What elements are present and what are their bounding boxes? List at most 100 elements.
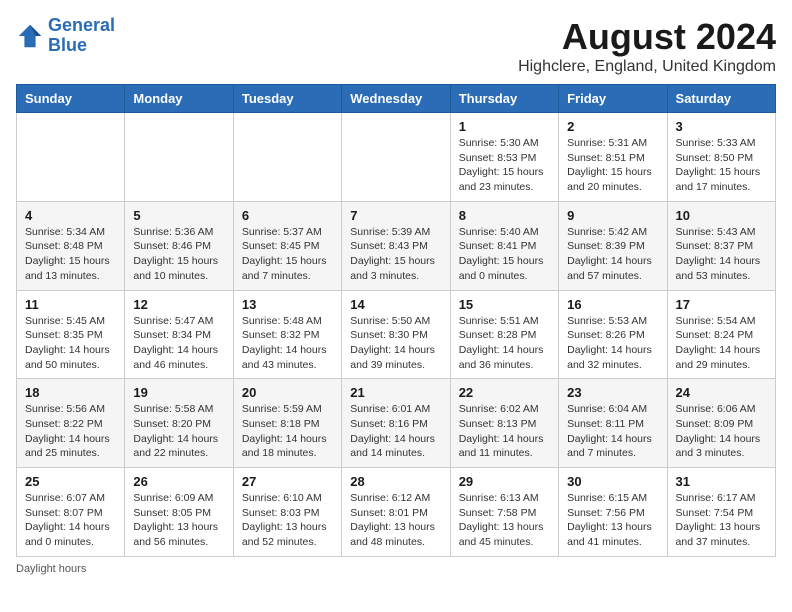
calendar-cell: 19Sunrise: 5:58 AM Sunset: 8:20 PM Dayli… bbox=[125, 379, 233, 468]
day-number: 6 bbox=[242, 208, 333, 223]
title-area: August 2024 Highclere, England, United K… bbox=[518, 16, 776, 76]
page-header: General Blue August 2024 Highclere, Engl… bbox=[16, 16, 776, 76]
cell-info: Sunrise: 5:42 AM Sunset: 8:39 PM Dayligh… bbox=[567, 225, 658, 284]
calendar-cell: 25 Sunrise: 6:07 AM Sunset: 8:07 PM Dayli… bbox=[17, 468, 125, 557]
day-number: 9 bbox=[567, 208, 658, 223]
calendar-cell: 29 Sunrise: 6:13 AM Sunset: 7:58 PM Dayli… bbox=[450, 468, 558, 557]
calendar-header-row: SundayMondayTuesdayWednesdayThursdayFrid… bbox=[17, 85, 776, 113]
col-header-tuesday: Tuesday bbox=[233, 85, 341, 113]
main-title: August 2024 bbox=[518, 16, 776, 58]
cell-info: Sunrise: 6:10 AM Sunset: 8:03 PM Dayligh… bbox=[242, 491, 333, 550]
logo-text: General Blue bbox=[48, 16, 115, 56]
calendar-cell bbox=[342, 113, 450, 202]
footer-note: Daylight hours bbox=[16, 563, 776, 575]
cell-info: Sunrise: 6:07 AM Sunset: 8:07 PM Dayligh… bbox=[25, 491, 116, 550]
col-header-saturday: Saturday bbox=[667, 85, 775, 113]
calendar-cell: 26Sunrise: 6:09 AM Sunset: 8:05 PM Dayli… bbox=[125, 468, 233, 557]
calendar-cell: 14Sunrise: 5:50 AM Sunset: 8:30 PM Dayli… bbox=[342, 290, 450, 379]
cell-info: Sunrise: 5:54 AM Sunset: 8:24 PM Dayligh… bbox=[676, 314, 767, 373]
col-header-friday: Friday bbox=[559, 85, 667, 113]
day-number: 30 bbox=[567, 474, 658, 489]
week-row-2: 4 Sunrise: 5:34 AM Sunset: 8:48 PM Daylig… bbox=[17, 201, 776, 290]
calendar-cell: 31Sunrise: 6:17 AM Sunset: 7:54 PM Dayli… bbox=[667, 468, 775, 557]
calendar-cell bbox=[233, 113, 341, 202]
day-number: 3 bbox=[676, 119, 767, 134]
cell-info: Sunrise: 5:36 AM Sunset: 8:46 PM Dayligh… bbox=[133, 225, 224, 284]
footer-note-text: Daylight hours bbox=[16, 563, 86, 575]
cell-info: Sunrise: 5:48 AM Sunset: 8:32 PM Dayligh… bbox=[242, 314, 333, 373]
calendar-cell: 11Sunrise: 5:45 AM Sunset: 8:35 PM Dayli… bbox=[17, 290, 125, 379]
week-row-1: 1Sunrise: 5:30 AM Sunset: 8:53 PM Daylig… bbox=[17, 113, 776, 202]
cell-info: Sunrise: 5:43 AM Sunset: 8:37 PM Dayligh… bbox=[676, 225, 767, 284]
calendar-cell: 8 Sunrise: 5:40 AM Sunset: 8:41 PM Daylig… bbox=[450, 201, 558, 290]
cell-info: Sunrise: 5:47 AM Sunset: 8:34 PM Dayligh… bbox=[133, 314, 224, 373]
day-number: 2 bbox=[567, 119, 658, 134]
calendar-cell: 9 Sunrise: 5:42 AM Sunset: 8:39 PM Daylig… bbox=[559, 201, 667, 290]
day-number: 16 bbox=[567, 297, 658, 312]
day-number: 1 bbox=[459, 119, 550, 134]
cell-info: Sunrise: 5:53 AM Sunset: 8:26 PM Dayligh… bbox=[567, 314, 658, 373]
cell-info: Sunrise: 5:56 AM Sunset: 8:22 PM Dayligh… bbox=[25, 402, 116, 461]
day-number: 12 bbox=[133, 297, 224, 312]
col-header-monday: Monday bbox=[125, 85, 233, 113]
calendar-cell: 4 Sunrise: 5:34 AM Sunset: 8:48 PM Daylig… bbox=[17, 201, 125, 290]
day-number: 20 bbox=[242, 385, 333, 400]
cell-info: Sunrise: 5:51 AM Sunset: 8:28 PM Dayligh… bbox=[459, 314, 550, 373]
col-header-thursday: Thursday bbox=[450, 85, 558, 113]
day-number: 31 bbox=[676, 474, 767, 489]
cell-info: Sunrise: 6:06 AM Sunset: 8:09 PM Dayligh… bbox=[676, 402, 767, 461]
calendar-cell: 1Sunrise: 5:30 AM Sunset: 8:53 PM Daylig… bbox=[450, 113, 558, 202]
day-number: 8 bbox=[459, 208, 550, 223]
week-row-3: 11Sunrise: 5:45 AM Sunset: 8:35 PM Dayli… bbox=[17, 290, 776, 379]
calendar-cell: 22 Sunrise: 6:02 AM Sunset: 8:13 PM Dayli… bbox=[450, 379, 558, 468]
cell-info: Sunrise: 5:39 AM Sunset: 8:43 PM Dayligh… bbox=[350, 225, 441, 284]
logo-line1: General bbox=[48, 15, 115, 35]
calendar-cell: 16 Sunrise: 5:53 AM Sunset: 8:26 PM Dayli… bbox=[559, 290, 667, 379]
calendar-cell: 24 Sunrise: 6:06 AM Sunset: 8:09 PM Dayli… bbox=[667, 379, 775, 468]
cell-info: Sunrise: 6:12 AM Sunset: 8:01 PM Dayligh… bbox=[350, 491, 441, 550]
calendar-cell: 20Sunrise: 5:59 AM Sunset: 8:18 PM Dayli… bbox=[233, 379, 341, 468]
day-number: 25 bbox=[25, 474, 116, 489]
cell-info: Sunrise: 6:13 AM Sunset: 7:58 PM Dayligh… bbox=[459, 491, 550, 550]
col-header-sunday: Sunday bbox=[17, 85, 125, 113]
cell-info: Sunrise: 6:02 AM Sunset: 8:13 PM Dayligh… bbox=[459, 402, 550, 461]
day-number: 26 bbox=[133, 474, 224, 489]
cell-info: Sunrise: 5:45 AM Sunset: 8:35 PM Dayligh… bbox=[25, 314, 116, 373]
day-number: 5 bbox=[133, 208, 224, 223]
calendar-cell: 13 Sunrise: 5:48 AM Sunset: 8:32 PM Dayli… bbox=[233, 290, 341, 379]
day-number: 7 bbox=[350, 208, 441, 223]
calendar-table: SundayMondayTuesdayWednesdayThursdayFrid… bbox=[16, 84, 776, 557]
day-number: 13 bbox=[242, 297, 333, 312]
calendar-cell: 12 Sunrise: 5:47 AM Sunset: 8:34 PM Dayli… bbox=[125, 290, 233, 379]
cell-info: Sunrise: 5:50 AM Sunset: 8:30 PM Dayligh… bbox=[350, 314, 441, 373]
cell-info: Sunrise: 6:01 AM Sunset: 8:16 PM Dayligh… bbox=[350, 402, 441, 461]
cell-info: Sunrise: 5:34 AM Sunset: 8:48 PM Dayligh… bbox=[25, 225, 116, 284]
day-number: 29 bbox=[459, 474, 550, 489]
calendar-cell: 6 Sunrise: 5:37 AM Sunset: 8:45 PM Daylig… bbox=[233, 201, 341, 290]
calendar-cell: 17 Sunrise: 5:54 AM Sunset: 8:24 PM Dayli… bbox=[667, 290, 775, 379]
cell-info: Sunrise: 5:33 AM Sunset: 8:50 PM Dayligh… bbox=[676, 136, 767, 195]
day-number: 27 bbox=[242, 474, 333, 489]
logo: General Blue bbox=[16, 16, 115, 56]
cell-info: Sunrise: 5:40 AM Sunset: 8:41 PM Dayligh… bbox=[459, 225, 550, 284]
day-number: 22 bbox=[459, 385, 550, 400]
day-number: 24 bbox=[676, 385, 767, 400]
cell-info: Sunrise: 5:58 AM Sunset: 8:20 PM Dayligh… bbox=[133, 402, 224, 461]
day-number: 4 bbox=[25, 208, 116, 223]
day-number: 17 bbox=[676, 297, 767, 312]
calendar-cell: 15 Sunrise: 5:51 AM Sunset: 8:28 PM Dayli… bbox=[450, 290, 558, 379]
calendar-cell: 28Sunrise: 6:12 AM Sunset: 8:01 PM Dayli… bbox=[342, 468, 450, 557]
day-number: 23 bbox=[567, 385, 658, 400]
subtitle: Highclere, England, United Kingdom bbox=[518, 58, 776, 76]
cell-info: Sunrise: 6:04 AM Sunset: 8:11 PM Dayligh… bbox=[567, 402, 658, 461]
week-row-5: 25 Sunrise: 6:07 AM Sunset: 8:07 PM Dayli… bbox=[17, 468, 776, 557]
day-number: 15 bbox=[459, 297, 550, 312]
col-header-wednesday: Wednesday bbox=[342, 85, 450, 113]
calendar-cell bbox=[17, 113, 125, 202]
logo-icon bbox=[16, 22, 44, 50]
calendar-cell: 2Sunrise: 5:31 AM Sunset: 8:51 PM Daylig… bbox=[559, 113, 667, 202]
day-number: 18 bbox=[25, 385, 116, 400]
calendar-cell: 3 Sunrise: 5:33 AM Sunset: 8:50 PM Daylig… bbox=[667, 113, 775, 202]
cell-info: Sunrise: 5:37 AM Sunset: 8:45 PM Dayligh… bbox=[242, 225, 333, 284]
calendar-cell: 23 Sunrise: 6:04 AM Sunset: 8:11 PM Dayli… bbox=[559, 379, 667, 468]
